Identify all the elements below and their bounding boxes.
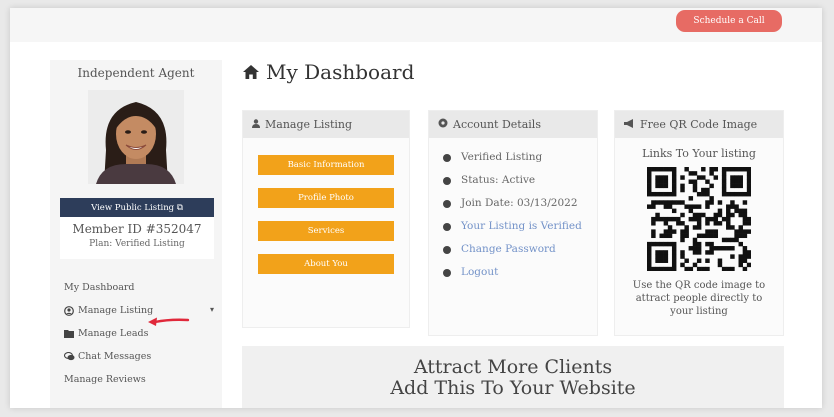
folder-icon [64, 329, 78, 338]
app-window: Schedule a Call Independent Agent View P… [10, 8, 822, 408]
change-password-link[interactable]: Change Password [443, 243, 583, 255]
panel-header: Free QR Code Image [615, 111, 783, 138]
about-you-button[interactable]: About You [258, 254, 394, 274]
attract-clients-banner: Attract More Clients Add This To Your We… [242, 346, 784, 408]
sidebar-item-label: Manage Reviews [64, 374, 146, 385]
sidebar-item-chat-messages[interactable]: Chat Messages [64, 345, 214, 368]
attract-subheading: Add This To Your Website [390, 377, 636, 399]
annotation-arrow-icon [148, 317, 190, 326]
sidebar-item-manage-listing[interactable]: Manage Listing ▾ [64, 299, 214, 322]
plan-label: Plan: Verified Listing [89, 239, 185, 249]
sidebar-item-dashboard[interactable]: My Dashboard [64, 276, 214, 299]
member-id: Member ID #352047 [72, 222, 202, 236]
user-icon [252, 118, 260, 131]
sidebar-item-manage-leads[interactable]: Manage Leads [64, 322, 214, 345]
view-public-listing-button[interactable]: View Public Listing ⧉ [60, 198, 214, 217]
panel-header: Manage Listing [243, 111, 409, 138]
user-circle-icon [64, 305, 78, 316]
list-item: Join Date: 03/13/2022 [443, 197, 583, 209]
qr-bottom-text: Use the QR code image to attract people … [632, 280, 766, 317]
panel-title: Free QR Code Image [640, 118, 758, 131]
member-info: Member ID #352047 Plan: Verified Listing [60, 217, 214, 259]
sidebar-item-label: Manage Leads [78, 328, 149, 339]
list-item: Status: Active [443, 174, 583, 186]
page-title: My Dashboard [242, 60, 414, 84]
chevron-down-icon[interactable]: ▾ [210, 305, 214, 314]
status-text: Status: Active [461, 174, 536, 186]
link-label: Your Listing is Verified [461, 220, 582, 232]
link-label: Change Password [461, 243, 556, 255]
attract-heading: Attract More Clients [413, 356, 613, 378]
agent-title: Independent Agent [77, 66, 195, 80]
bullet-icon [443, 200, 451, 208]
bullhorn-icon [624, 118, 635, 131]
sidebar-item-label: Chat Messages [78, 351, 152, 362]
top-bar: Schedule a Call [10, 8, 822, 42]
page-title-text: My Dashboard [266, 60, 415, 84]
gear-icon [438, 118, 448, 131]
manage-listing-panel: Manage Listing Basic Information Profile… [242, 110, 410, 328]
panel-title: Manage Listing [265, 118, 353, 131]
bullet-icon [443, 154, 451, 162]
avatar [88, 90, 184, 184]
join-date-text: Join Date: 03/13/2022 [461, 197, 578, 209]
list-item: Verified Listing [443, 151, 583, 163]
profile-photo-button[interactable]: Profile Photo [258, 188, 394, 208]
sidebar-item-label: My Dashboard [64, 282, 135, 293]
bullet-icon [443, 269, 451, 277]
account-details-list: Verified Listing Status: Active Join Dat… [443, 151, 583, 289]
sidebar-item-manage-reviews[interactable]: Manage Reviews [64, 368, 214, 391]
account-details-panel: Account Details Verified Listing Status:… [428, 110, 598, 336]
side-nav: My Dashboard Manage Listing ▾ Manage Lea… [64, 276, 214, 391]
listing-verified-link[interactable]: Your Listing is Verified [425, 220, 583, 232]
qr-code-panel: Free QR Code Image Links To Your listing… [614, 110, 784, 336]
panel-title: Account Details [453, 118, 541, 131]
bullet-icon [443, 177, 451, 185]
sidebar-item-label: Manage Listing [78, 305, 154, 316]
panel-header: Account Details [429, 111, 597, 138]
qr-top-text: Links To Your listing [642, 147, 756, 160]
basic-information-button[interactable]: Basic Information [258, 155, 394, 175]
qr-code-image[interactable] [647, 167, 751, 271]
services-button[interactable]: Services [258, 221, 394, 241]
logout-link[interactable]: Logout [443, 266, 583, 278]
home-icon [243, 65, 259, 79]
verified-listing-text: Verified Listing [461, 151, 543, 163]
link-label: Logout [461, 266, 499, 278]
sidebar: Independent Agent View Public Listing ⧉ … [50, 60, 222, 408]
schedule-call-button[interactable]: Schedule a Call [676, 10, 782, 32]
bullet-icon [443, 246, 451, 254]
chat-icon [64, 352, 78, 361]
